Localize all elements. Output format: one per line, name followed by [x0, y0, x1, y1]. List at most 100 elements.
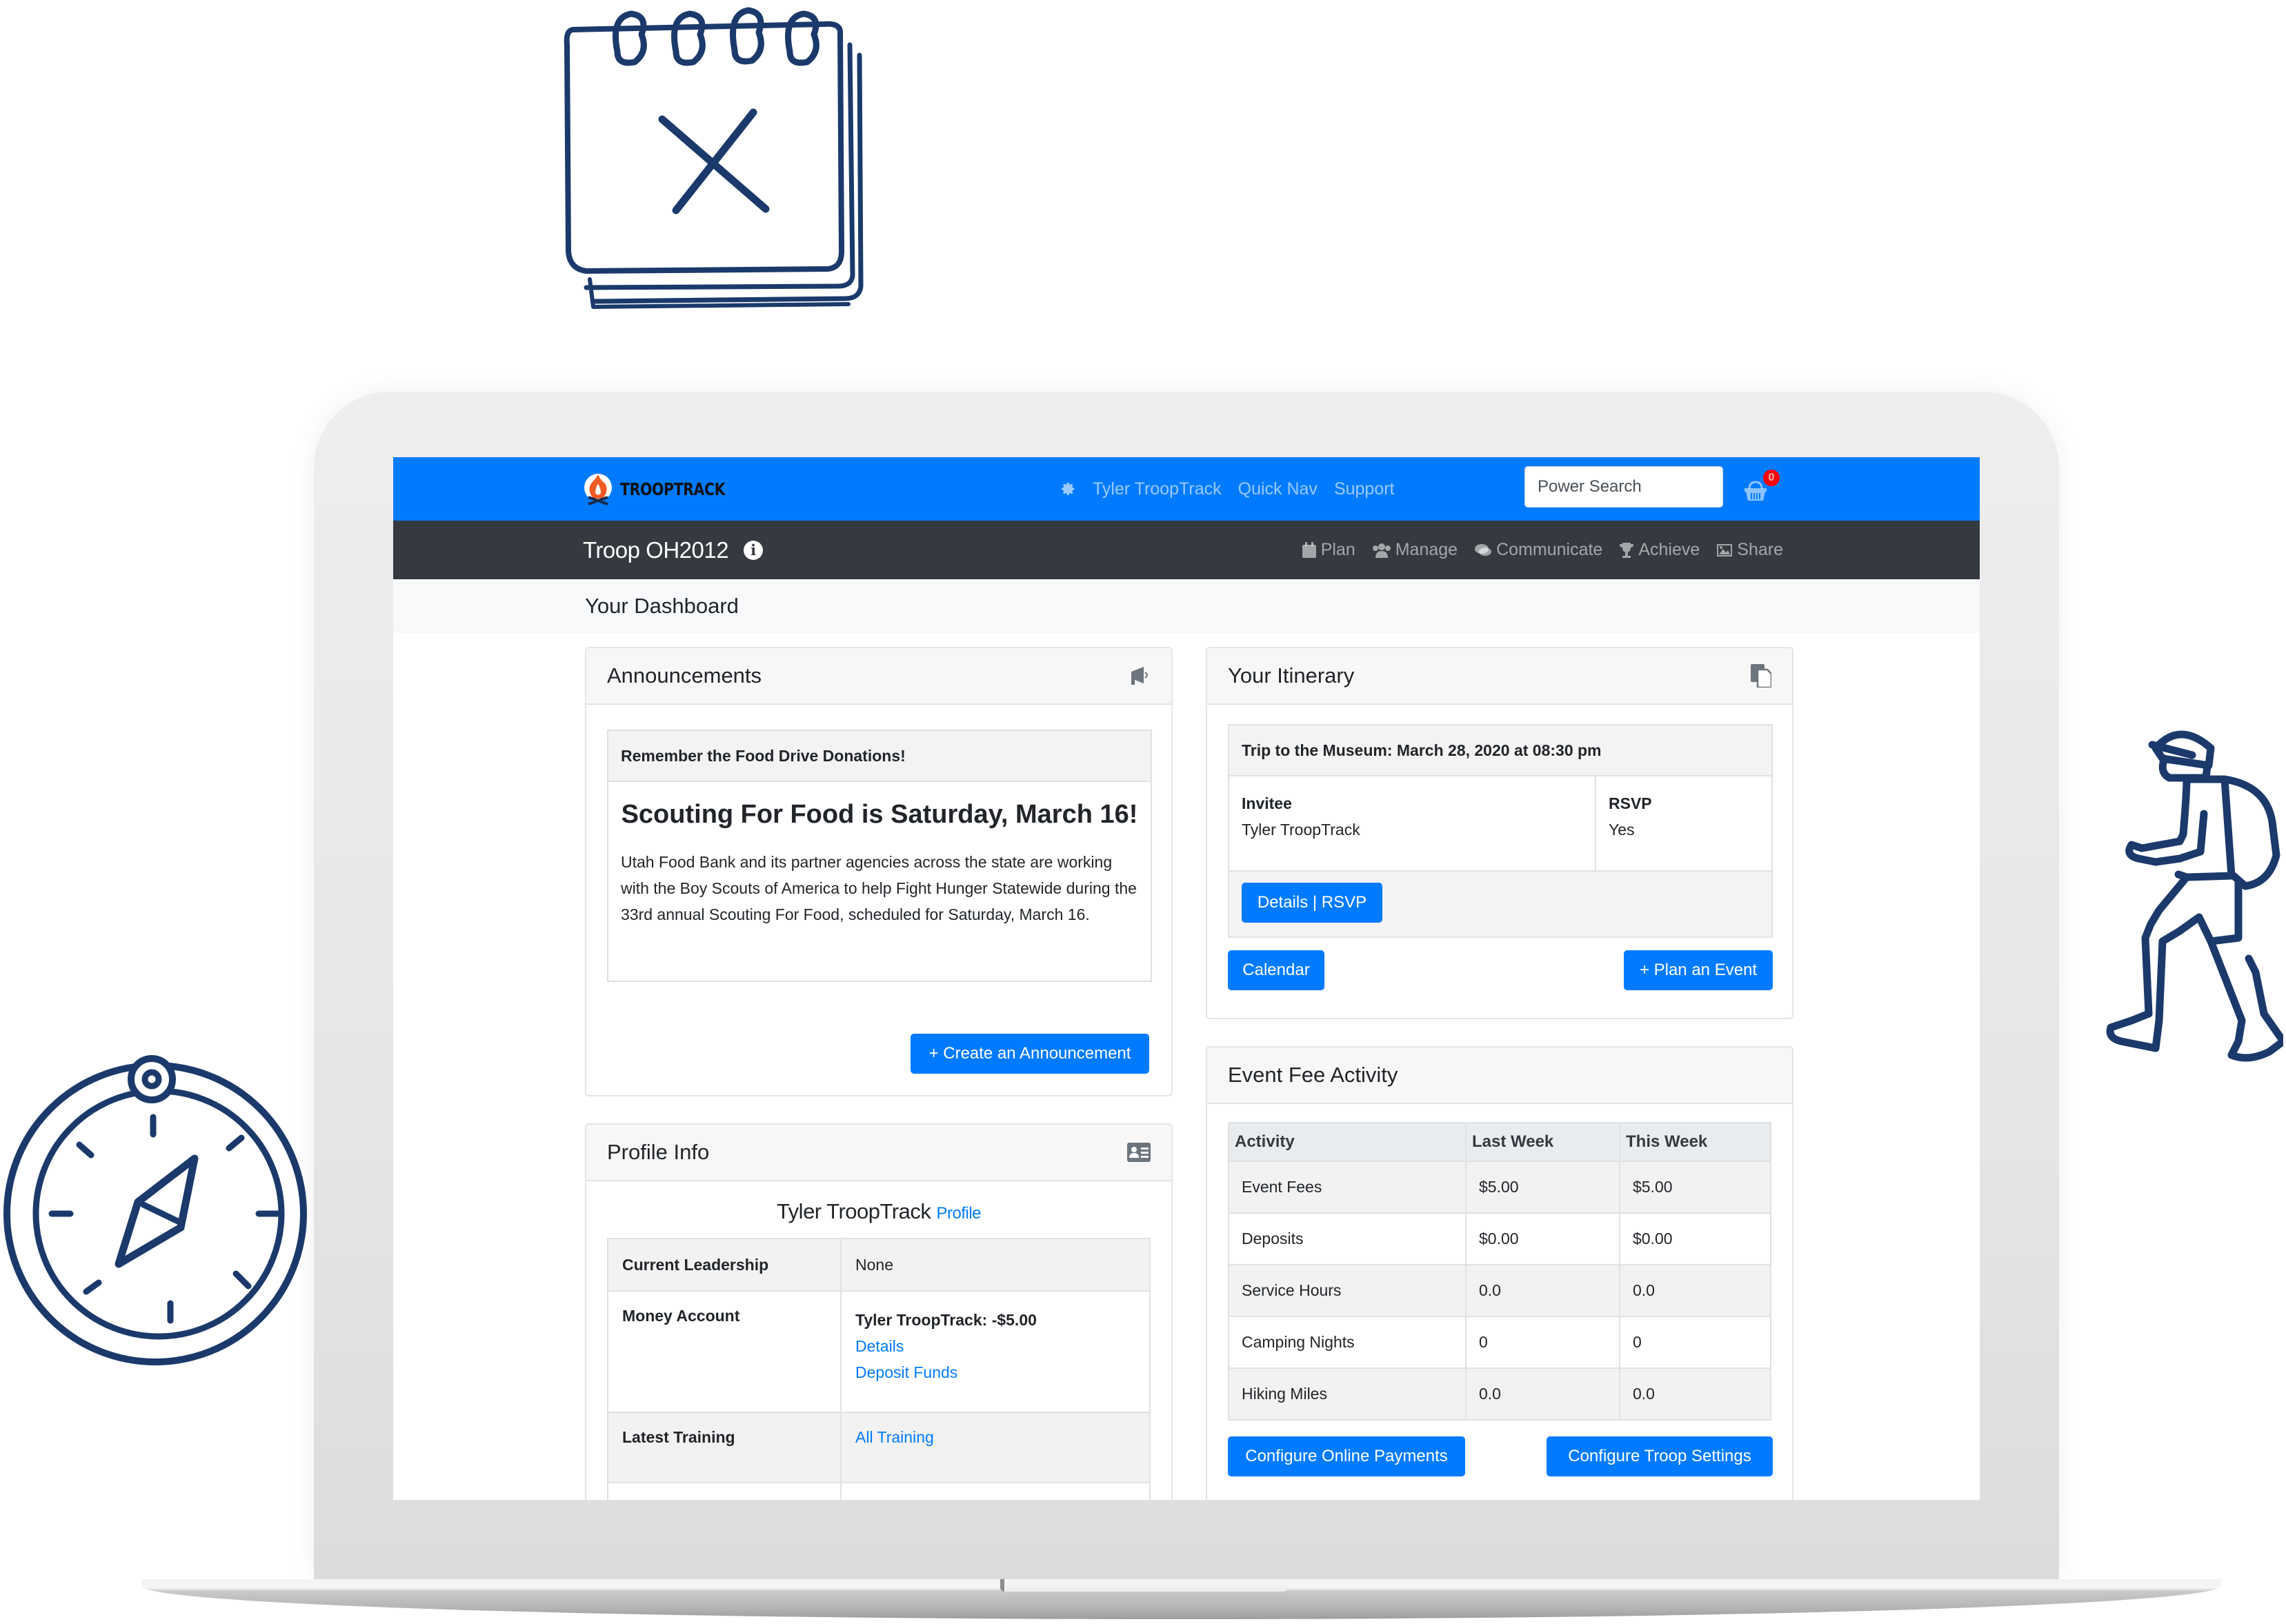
menu-communicate[interactable]: Communicate — [1474, 540, 1602, 560]
event-fee-activity-card: Event Fee Activity Activity Last Week Th… — [1206, 1046, 1793, 1500]
rsvp-cell: RSVP Yes — [1596, 776, 1664, 870]
all-training-link[interactable]: All Training — [855, 1428, 934, 1446]
table-row: Event Fees $5.00 $5.00 — [1228, 1161, 1771, 1214]
profile-row-label: Latest Training — [607, 1412, 842, 1483]
menu-plan[interactable]: Plan — [1302, 540, 1355, 560]
user-menu-link[interactable]: Tyler TroopTrack — [1093, 479, 1222, 499]
event-fee-title: Event Fee Activity — [1228, 1063, 1398, 1087]
activity-cell: Event Fees — [1228, 1161, 1467, 1214]
menu-manage-label: Manage — [1395, 540, 1458, 559]
troop-menu: Plan Manage Communicate Achieve Share — [1302, 521, 1783, 579]
troop-header: Troop OH2012 i — [583, 521, 764, 579]
announcements-card: Announcements Remember the Food Drive Do… — [585, 647, 1173, 1096]
page-title: Your Dashboard — [585, 594, 739, 618]
calendar-button[interactable]: Calendar — [1228, 950, 1324, 990]
profile-card-header: Profile Info — [586, 1125, 1171, 1181]
profile-row-label-cutoff — [607, 1482, 842, 1500]
menu-manage[interactable]: Manage — [1372, 540, 1458, 560]
laptop-notch — [1000, 1579, 1287, 1592]
invitee-value: Tyler TroopTrack — [1242, 821, 1360, 839]
profile-row-label: Money Account — [607, 1290, 842, 1413]
itinerary-event: Trip to the Museum: March 28, 2020 at 08… — [1228, 724, 1773, 938]
event-fee-card-header: Event Fee Activity — [1207, 1047, 1792, 1104]
users-icon — [1372, 543, 1391, 558]
brand-logo[interactable]: TROOPTRACK — [583, 472, 748, 505]
profile-name: Tyler TroopTrack — [776, 1199, 931, 1223]
profile-info-card: Profile Info Tyler TroopTrack Profile Cu… — [585, 1123, 1173, 1500]
profile-table: Current Leadership None Money Account Ty… — [607, 1238, 1151, 1500]
this-week-cell: $5.00 — [1619, 1161, 1771, 1214]
campfire-logo-icon — [584, 474, 612, 505]
announcement-body: Utah Food Bank and its partner agencies … — [621, 853, 1137, 923]
itinerary-event-header: Trip to the Museum: March 28, 2020 at 08… — [1229, 725, 1771, 776]
info-icon[interactable]: i — [744, 540, 764, 560]
profile-row-label: Current Leadership — [607, 1238, 842, 1292]
money-account-balance: Tyler TroopTrack: -$5.00 — [855, 1311, 1037, 1329]
top-navbar: TROOPTRACK Tyler TroopTrack Quick Nav Su… — [393, 457, 1980, 521]
profile-row: Current Leadership None — [607, 1238, 1151, 1292]
menu-communicate-label: Communicate — [1496, 540, 1603, 559]
itinerary-title: Your Itinerary — [1228, 663, 1355, 688]
basket-icon — [1745, 481, 1767, 501]
announcement-headline: Scouting For Food is Saturday, March 16! — [621, 800, 1138, 829]
last-week-cell: 0.0 — [1465, 1264, 1620, 1317]
comments-icon — [1475, 543, 1492, 556]
gear-icon[interactable] — [1061, 481, 1076, 497]
menu-plan-label: Plan — [1320, 540, 1355, 559]
hiker-illustration — [2083, 717, 2283, 1103]
announcement-item: Remember the Food Drive Donations! Scout… — [607, 730, 1152, 982]
table-row: Service Hours 0.0 0.0 — [1228, 1264, 1771, 1317]
image-icon — [1717, 543, 1733, 557]
activity-cell: Hiking Miles — [1228, 1367, 1467, 1421]
bullhorn-icon — [1131, 667, 1148, 685]
invitee-label: Invitee — [1242, 794, 1292, 812]
last-week-cell: 0.0 — [1465, 1367, 1620, 1421]
this-week-cell: 0 — [1619, 1316, 1771, 1369]
column-header-activity: Activity — [1228, 1122, 1467, 1162]
cart-count-badge: 0 — [1763, 470, 1780, 486]
menu-share-label: Share — [1737, 540, 1783, 559]
money-account-cell: Tyler TroopTrack: -$5.00 Details Deposit… — [840, 1290, 1151, 1413]
this-week-cell: 0.0 — [1619, 1367, 1771, 1421]
announcements-title: Announcements — [607, 663, 762, 688]
this-week-cell: $0.00 — [1619, 1212, 1771, 1265]
rsvp-value: Yes — [1609, 821, 1635, 839]
compass-illustration — [0, 1045, 317, 1369]
trophy-icon — [1620, 542, 1634, 558]
menu-achieve[interactable]: Achieve — [1619, 540, 1700, 560]
create-announcement-button[interactable]: + Create an Announcement — [911, 1034, 1149, 1074]
calendar-x-illustration — [552, 3, 876, 314]
calendar-icon — [1302, 541, 1316, 558]
support-link[interactable]: Support — [1334, 479, 1395, 499]
profile-row: Money Account Tyler TroopTrack: -$5.00 D… — [607, 1290, 1151, 1413]
troop-name[interactable]: Troop OH2012 — [583, 537, 729, 563]
details-rsvp-button[interactable]: Details | RSVP — [1242, 883, 1382, 923]
cart-button[interactable]: 0 — [1744, 470, 1780, 505]
profile-row-value-cutoff — [840, 1482, 1151, 1500]
profile-link[interactable]: Profile — [937, 1204, 982, 1223]
activity-cell: Service Hours — [1228, 1264, 1467, 1317]
table-row: Camping Nights 0 0 — [1228, 1316, 1771, 1369]
copy-icon — [1751, 664, 1771, 688]
profile-name-line: Tyler TroopTrack Profile — [586, 1199, 1171, 1224]
announcement-header: Remember the Food Drive Donations! — [608, 731, 1151, 782]
menu-share[interactable]: Share — [1716, 540, 1783, 560]
configure-troop-settings-button[interactable]: Configure Troop Settings — [1547, 1436, 1773, 1476]
deposit-funds-link[interactable]: Deposit Funds — [855, 1359, 1135, 1385]
table-row: Deposits $0.00 $0.00 — [1228, 1212, 1771, 1265]
power-search-input[interactable] — [1524, 466, 1723, 508]
profile-row — [607, 1482, 1151, 1500]
announcements-card-header: Announcements — [586, 648, 1171, 705]
plan-event-button[interactable]: + Plan an Event — [1624, 950, 1773, 990]
app-screen: TROOPTRACK Tyler TroopTrack Quick Nav Su… — [393, 457, 1980, 1500]
rsvp-label: RSVP — [1609, 794, 1652, 812]
money-details-link[interactable]: Details — [855, 1333, 1135, 1359]
last-week-cell: $0.00 — [1465, 1212, 1620, 1265]
configure-online-payments-button[interactable]: Configure Online Payments — [1228, 1436, 1465, 1476]
invitee-cell: Invitee Tyler TroopTrack — [1229, 776, 1596, 870]
menu-achieve-label: Achieve — [1638, 540, 1700, 559]
activity-cell: Deposits — [1228, 1212, 1467, 1265]
column-header-last-week: Last Week — [1465, 1122, 1620, 1162]
quick-nav-link[interactable]: Quick Nav — [1238, 479, 1318, 499]
event-fee-table: Activity Last Week This Week Event Fees … — [1228, 1122, 1771, 1421]
